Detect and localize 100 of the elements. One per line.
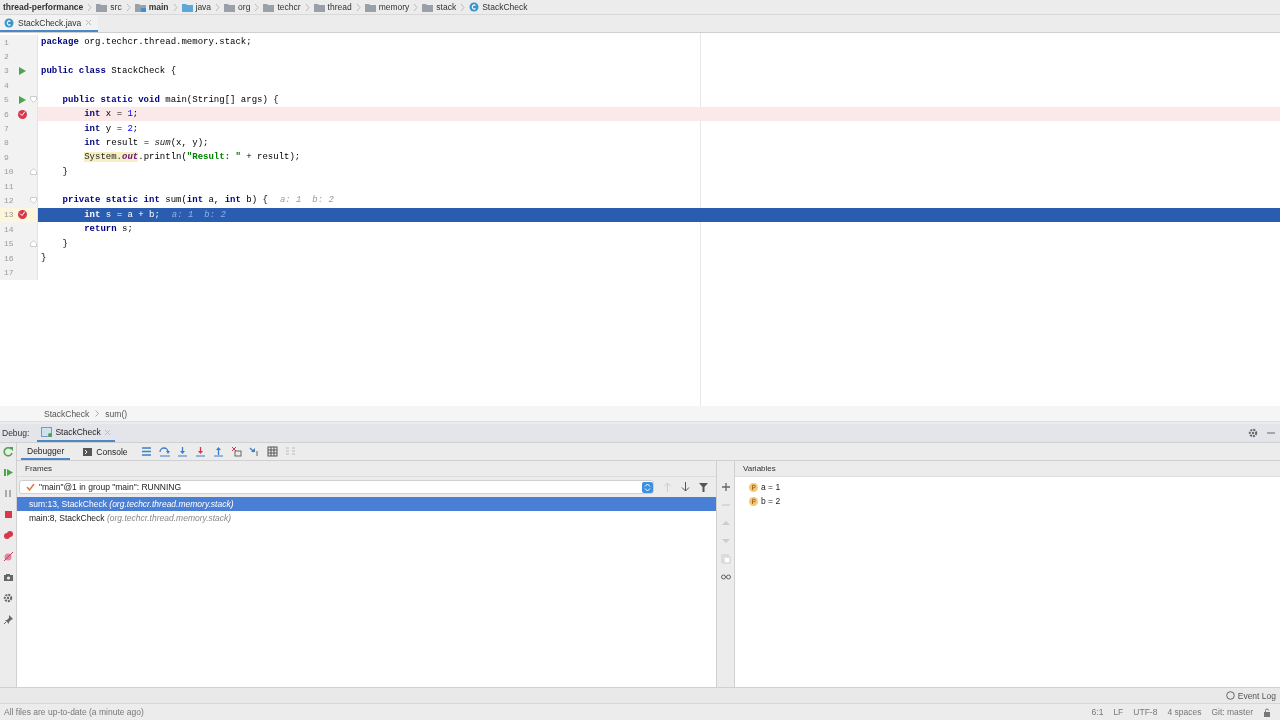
menu-icon[interactable] [140, 446, 152, 457]
glasses-icon[interactable] [720, 572, 731, 582]
session-tab[interactable]: StackCheck [37, 424, 115, 442]
step-over-icon[interactable] [158, 446, 170, 457]
check-icon [26, 483, 35, 491]
code-line: } [41, 253, 47, 264]
pane-title: Variables [735, 461, 1280, 477]
line-number: 11 [3, 181, 15, 191]
frame-row[interactable]: main:8, StackCheck (org.techcr.thread.memory.stack) [17, 511, 716, 525]
code-line: private static int sum(int a, int b) { a: 1 b: 2 [61, 195, 334, 206]
line-number: 6 [3, 109, 10, 119]
folder-icon [364, 2, 376, 12]
status-item[interactable]: UTF-8 [1133, 707, 1158, 717]
run-to-cursor-icon[interactable] [248, 446, 260, 457]
line-number: 1 [3, 37, 10, 47]
folder-icon [181, 2, 193, 12]
status-message: All files are up-to-date (a minute ago) [4, 707, 144, 717]
force-step-into-icon[interactable] [194, 446, 206, 457]
down-arrow-icon[interactable] [681, 482, 690, 492]
chevron-icon [215, 2, 221, 12]
code-line: public static void main(String[] args) { [61, 94, 279, 105]
event-log-button[interactable]: Event Log [1225, 690, 1276, 701]
breakpoint-icon[interactable] [17, 210, 27, 220]
variable-entry[interactable]: b = 2 [761, 496, 781, 506]
status-item[interactable]: LF [1113, 707, 1124, 717]
file-tab[interactable]: StackCheck.java [0, 15, 99, 32]
code-line: int result = sum(x, y); [83, 137, 209, 148]
add-icon[interactable] [720, 482, 731, 492]
line-number: 9 [3, 152, 10, 162]
breadcrumb-item[interactable]: main [134, 2, 169, 12]
breadcrumb-item[interactable]: src [96, 2, 122, 12]
code-line: } [61, 166, 68, 177]
class-icon [469, 2, 480, 12]
chevron-icon [355, 2, 361, 12]
breakpoints-icon[interactable] [2, 530, 14, 541]
dropdown-arrows-icon[interactable] [642, 481, 653, 493]
line-number: 7 [3, 124, 10, 134]
line-number: 14 [3, 224, 15, 234]
step-into-icon[interactable] [176, 446, 188, 457]
breadcrumb-item[interactable]: memory [364, 2, 410, 12]
thread-dropdown[interactable]: "main"@1 in group "main": RUNNING [19, 480, 654, 494]
lock-icon[interactable] [1263, 707, 1272, 717]
rerun-icon[interactable] [2, 446, 14, 457]
parameter-icon [749, 496, 758, 506]
code-line: int x = 1; [83, 109, 139, 120]
code-line: } [61, 238, 68, 249]
breadcrumb-item[interactable]: java [181, 2, 212, 12]
breadcrumb-item[interactable]: stack [422, 2, 457, 12]
tool-tab[interactable]: Console [77, 443, 134, 460]
breadcrumb-item[interactable]: StackCheck [44, 408, 90, 419]
status-item[interactable]: Git: master [1211, 707, 1253, 717]
breadcrumb-item[interactable]: techcr [263, 2, 301, 12]
mute-breakpoints-icon[interactable] [2, 551, 14, 562]
folder-icon [134, 2, 146, 12]
filter-icon[interactable] [699, 482, 708, 492]
chevron-icon [254, 2, 260, 12]
chevron-icon [460, 2, 466, 12]
line-number: 15 [3, 239, 15, 249]
line-number: 4 [3, 80, 10, 90]
chevron-icon [95, 410, 100, 417]
line-number: 13 [3, 210, 15, 220]
pause-icon[interactable] [2, 488, 14, 499]
line-number: 5 [3, 95, 10, 105]
code-line: int y = 2; [83, 123, 139, 134]
panel-label: Debug: [2, 428, 30, 438]
run-icon[interactable] [18, 95, 26, 104]
step-out-icon[interactable] [212, 446, 224, 457]
folder-icon [263, 2, 275, 12]
breadcrumb-item[interactable]: org [224, 2, 251, 12]
status-item[interactable]: 4 spaces [1167, 707, 1202, 717]
line-number: 12 [3, 196, 15, 205]
console-icon [83, 447, 93, 456]
line-number: 8 [3, 138, 10, 148]
breakpoint-icon[interactable] [17, 109, 27, 119]
stop-icon[interactable] [2, 509, 14, 520]
code-line: public class StackCheck { [41, 65, 177, 76]
line-number: 17 [3, 267, 15, 277]
status-item[interactable]: 6:1 [1091, 707, 1104, 717]
calculator-icon[interactable] [266, 446, 278, 457]
breadcrumb-item[interactable]: StackCheck [469, 2, 528, 12]
class-icon [4, 17, 14, 28]
breadcrumb-item[interactable]: thread-performance [3, 2, 84, 12]
chevron-icon [304, 2, 310, 12]
folder-icon [96, 2, 108, 12]
line-number: 10 [3, 167, 15, 177]
folder-icon [313, 2, 325, 12]
parameter-icon [749, 482, 758, 492]
code-line: return s; [83, 224, 133, 235]
run-icon[interactable] [18, 66, 26, 75]
code-line: int s = a + b; a: 1 b: 2 [83, 209, 226, 220]
drop-frame-icon[interactable] [230, 446, 242, 457]
resume-icon[interactable] [2, 467, 14, 478]
breadcrumb-item[interactable]: sum() [105, 408, 128, 419]
frame-row[interactable]: sum:13, StackCheck (org.techcr.thread.memory.stack) [17, 497, 716, 511]
camera-icon[interactable] [2, 572, 14, 583]
pin-icon[interactable] [2, 614, 14, 625]
breadcrumb-item[interactable]: thread [313, 2, 352, 12]
chevron-icon [413, 2, 419, 12]
variable-entry[interactable]: a = 1 [761, 482, 781, 492]
code-line: package org.techcr.thread.memory.stack; [41, 37, 252, 48]
